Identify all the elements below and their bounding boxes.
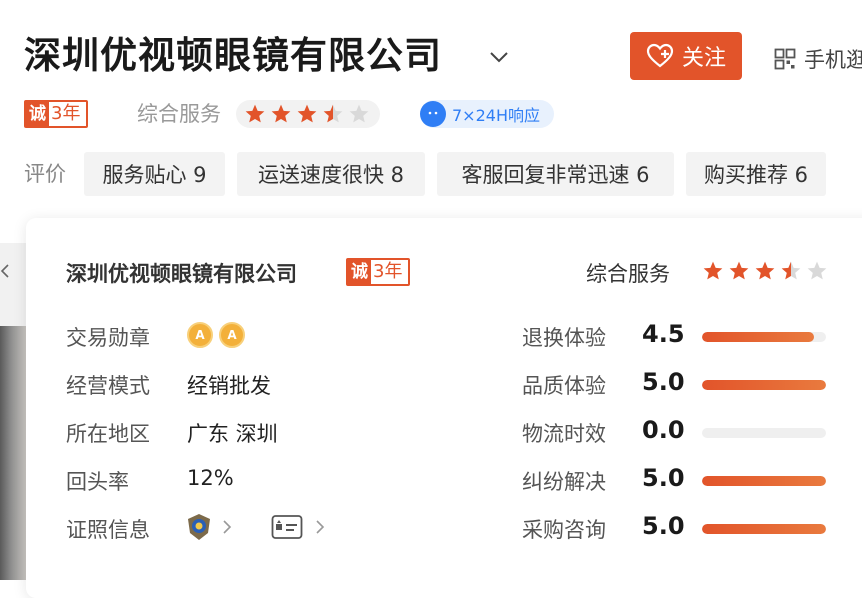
metric-bar-fill [702,476,826,486]
metric-label: 纠纷解决 [522,470,606,494]
metric-bar-track [702,524,826,534]
mobile-label: 手机逛 [804,48,862,72]
chevron-left-icon[interactable] [0,264,10,278]
metric-score: 4.5 [642,320,685,348]
card-rating-stars [702,260,828,282]
response-badge: 7×24H响应 [420,100,554,128]
metric-bar-track [702,476,826,486]
business-license-link[interactable] [271,514,327,540]
trade-medal-icon[interactable]: A [187,322,213,348]
region-label: 所在地区 [66,422,150,446]
license-label: 证照信息 [66,518,150,542]
response-text: 7×24H响应 [452,106,540,125]
metric-score: 5.0 [642,368,685,396]
review-label: 评价 [24,162,66,186]
mode-label: 经营模式 [66,374,150,398]
metric-score: 5.0 [642,464,685,492]
card-store-title: 深圳优视顿眼镜有限公司 [66,262,297,286]
metric-bar-fill [702,524,826,534]
region-value: 广东 深圳 [187,422,278,446]
integrity-years-badge: 诚 3年 [24,100,89,128]
review-tag[interactable]: 客服回复非常迅速 6 [437,152,674,196]
follow-button[interactable]: 关注 [630,32,742,80]
star-icon [781,261,801,280]
service-stars-pill[interactable] [236,100,380,128]
review-tag[interactable]: 购买推荐 6 [686,152,826,196]
store-title: 深圳优视顿眼镜有限公司 [24,34,442,77]
star-icon [755,261,775,280]
chevron-down-icon[interactable] [488,46,510,68]
medals-label: 交易勋章 [66,326,150,350]
mobile-browse-link[interactable]: 手机逛 [774,44,862,74]
star-icon [349,104,369,123]
review-tag[interactable]: 服务贴心 9 [84,152,225,196]
trade-medal-icon[interactable]: A [219,322,245,348]
return-rate-value: 12% [187,466,234,490]
integrity-years-badge: 诚 3年 [346,258,411,286]
star-icon [297,104,317,123]
metric-label: 品质体验 [522,374,606,398]
star-icon [245,104,265,123]
metric-bar-track [702,428,826,438]
metric-score: 5.0 [642,512,685,540]
mode-value: 经销批发 [187,374,271,398]
rating-stars [244,103,370,125]
service-label: 综合服务 [137,102,221,126]
product-image-edge [0,326,26,580]
star-icon [271,104,291,123]
metric-bar-fill [702,332,814,342]
star-icon [323,104,343,123]
metric-bar-track [702,332,826,342]
chat-bubble-icon [420,101,446,127]
license-link[interactable] [186,513,234,541]
id-card-icon [271,515,303,539]
heart-plus-icon [646,43,674,68]
chevron-right-icon [316,520,325,534]
follow-label: 关注 [681,46,726,71]
metric-label: 物流时效 [522,422,606,446]
metric-label: 退换体验 [522,326,606,350]
cheng-mark: 诚 [26,102,49,126]
star-icon [729,261,749,280]
metric-label: 采购咨询 [522,518,606,542]
metric-bar-fill [702,380,826,390]
review-tag[interactable]: 运送速度很快 8 [237,152,425,196]
metric-score: 0.0 [642,416,685,444]
chevron-right-icon [223,520,232,534]
star-icon [807,261,827,280]
years-text: 3年 [51,103,81,124]
card-service-label: 综合服务 [586,262,670,286]
qrcode-icon [774,48,796,70]
star-icon [703,261,723,280]
metric-bar-track [702,380,826,390]
police-emblem-icon [188,514,210,540]
cheng-mark: 诚 [348,260,371,284]
medals-group: A A [187,322,245,348]
years-text: 3年 [373,261,403,282]
return-rate-label: 回头率 [66,470,129,494]
